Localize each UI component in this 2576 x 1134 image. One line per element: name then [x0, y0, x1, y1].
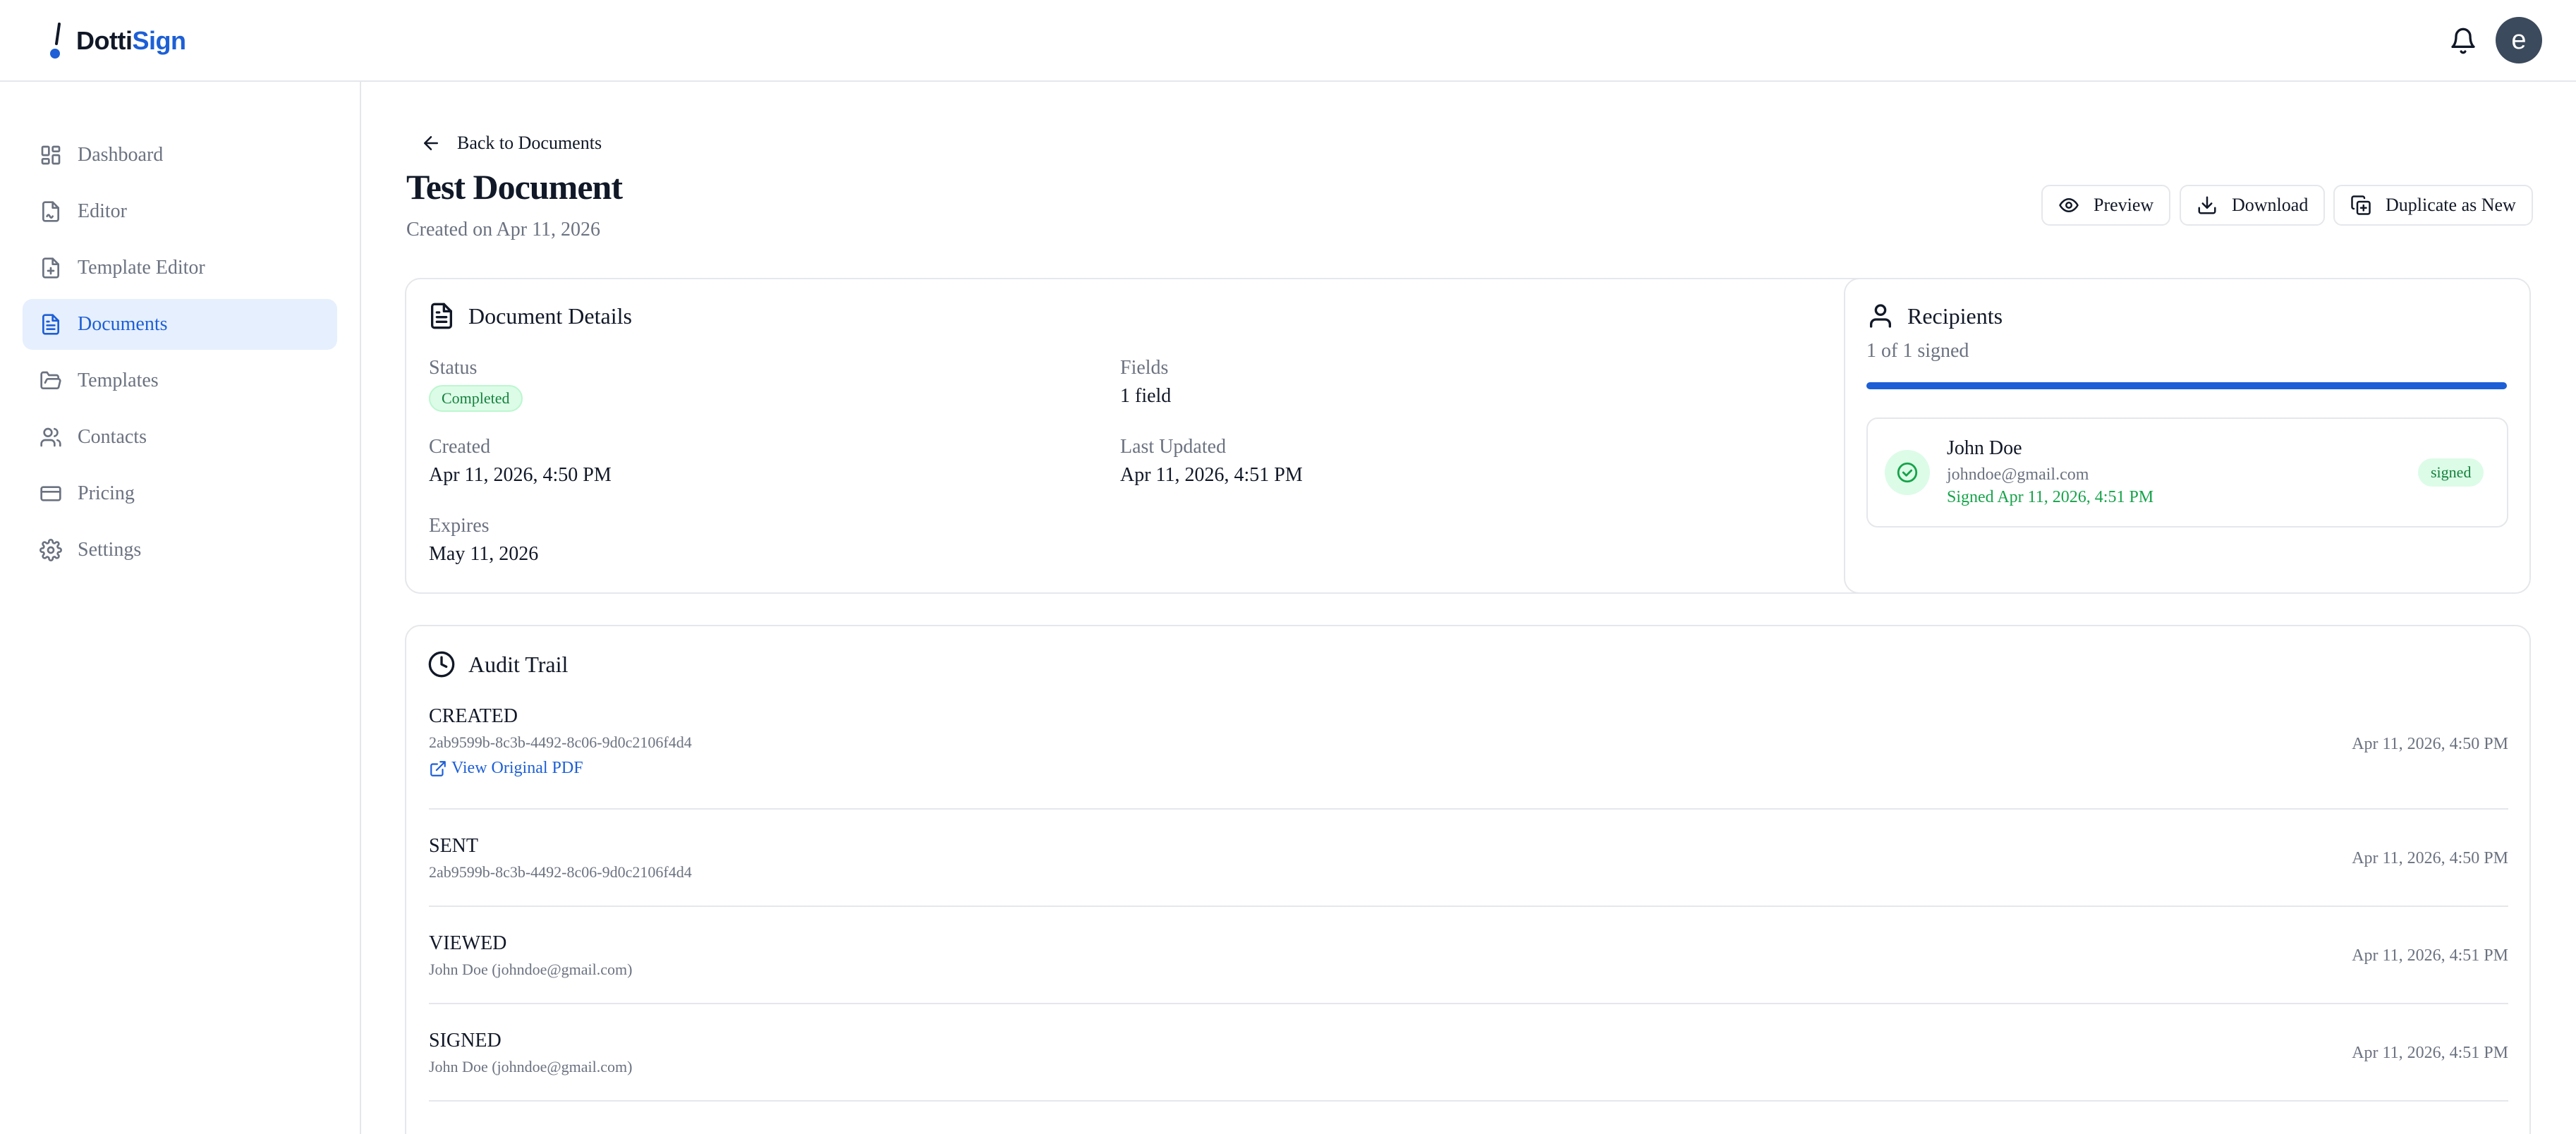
- sidebar-item-label: Template Editor: [78, 257, 205, 279]
- sidebar-item-templates[interactable]: Templates: [23, 355, 337, 406]
- status-badge: Completed: [429, 385, 523, 412]
- audit-time: Apr 11, 2026, 4:50 PM: [2352, 849, 2508, 867]
- sidebar-item-template-editor[interactable]: Template Editor: [23, 243, 337, 293]
- duplicate-label: Duplicate as New: [2386, 195, 2516, 215]
- users-icon: [40, 426, 62, 449]
- pen-nib-icon: [49, 23, 65, 59]
- copy-plus-icon: [2350, 195, 2371, 216]
- view-original-pdf-link[interactable]: View Original PDF: [429, 759, 583, 778]
- recipient-signed-date: Signed Apr 11, 2026, 4:51 PM: [1947, 488, 2154, 506]
- audit-event: CREATED: [429, 705, 518, 727]
- sidebar-item-label: Pricing: [78, 482, 135, 504]
- top-bar: DottiSign e: [0, 0, 2576, 82]
- status-label: Status: [429, 357, 478, 379]
- page-subtitle: Created on Apr 11, 2026: [406, 219, 601, 240]
- preview-button[interactable]: Preview: [2041, 185, 2171, 226]
- bell-icon[interactable]: [2449, 27, 2477, 55]
- sidebar-item-settings[interactable]: Settings: [23, 525, 337, 575]
- duplicate-as-new-button[interactable]: Duplicate as New: [2333, 185, 2533, 226]
- sidebar-item-label: Dashboard: [78, 144, 164, 166]
- recipients-summary: 1 of 1 signed: [1866, 340, 1969, 362]
- credit-card-icon: [40, 482, 62, 505]
- dashboard-icon: [40, 144, 62, 166]
- clock-icon: [427, 650, 456, 678]
- audit-trail-title: Audit Trail: [427, 650, 568, 678]
- fields-value: 1 field: [1120, 385, 1172, 407]
- file-signature-icon: [40, 200, 62, 223]
- external-link-icon: [429, 760, 447, 778]
- arrow-left-icon: [420, 133, 442, 154]
- app-name: DottiSign: [76, 26, 186, 55]
- folder-open-icon: [40, 370, 62, 392]
- fields-label: Fields: [1120, 357, 1169, 379]
- audit-detail: 2ab9599b-8c3b-4492-8c06-9d0c2106f4d4: [429, 733, 692, 751]
- audit-detail: John Doe (johndoe@gmail.com): [429, 1058, 633, 1075]
- recipients-title: Recipients: [1866, 302, 2003, 330]
- signing-progress-bar: [1866, 382, 2507, 389]
- recipient-name: John Doe: [1947, 437, 2022, 459]
- audit-event: VIEWED: [429, 932, 507, 954]
- user-avatar[interactable]: e: [2496, 17, 2542, 63]
- audit-detail: John Doe (johndoe@gmail.com): [429, 961, 633, 978]
- recipient-email: johndoe@gmail.com: [1947, 465, 2089, 484]
- preview-label: Preview: [2094, 195, 2154, 215]
- last-updated-value: Apr 11, 2026, 4:51 PM: [1120, 464, 1303, 486]
- sidebar-item-label: Settings: [78, 539, 142, 561]
- audit-row: SIGNED John Doe (johndoe@gmail.com) Apr …: [429, 1030, 2508, 1102]
- expires-label: Expires: [429, 515, 490, 537]
- audit-event: SENT: [429, 835, 478, 857]
- back-to-documents-link[interactable]: Back to Documents: [420, 133, 602, 154]
- audit-detail: 2ab9599b-8c3b-4492-8c06-9d0c2106f4d4: [429, 863, 692, 881]
- audit-row: CREATED 2ab9599b-8c3b-4492-8c06-9d0c2106…: [429, 705, 2508, 810]
- download-icon: [2197, 195, 2218, 216]
- sidebar-item-label: Editor: [78, 200, 127, 222]
- eye-icon: [2058, 195, 2079, 216]
- download-label: Download: [2232, 195, 2309, 215]
- recipient-status-badge: signed: [2418, 458, 2484, 487]
- created-label: Created: [429, 436, 491, 458]
- audit-time: Apr 11, 2026, 4:50 PM: [2352, 735, 2508, 753]
- audit-event: SIGNED: [429, 1030, 502, 1051]
- audit-row: VIEWED John Doe (johndoe@gmail.com) Apr …: [429, 932, 2508, 1004]
- sidebar-item-label: Contacts: [78, 426, 147, 448]
- sidebar-item-editor[interactable]: Editor: [23, 186, 337, 237]
- audit-row: SENT 2ab9599b-8c3b-4492-8c06-9d0c2106f4d…: [429, 835, 2508, 907]
- sidebar-item-documents[interactable]: Documents: [23, 299, 337, 350]
- download-button[interactable]: Download: [2180, 185, 2326, 226]
- sidebar-item-contacts[interactable]: Contacts: [23, 412, 337, 463]
- file-plus-icon: [40, 257, 62, 279]
- recipient-item: John Doe johndoe@gmail.com Signed Apr 11…: [1866, 417, 2508, 528]
- sidebar: Dashboard Editor Template Editor Documen…: [0, 82, 361, 1134]
- gear-icon: [40, 539, 62, 561]
- user-icon: [1866, 302, 1895, 330]
- expires-value: May 11, 2026: [429, 543, 539, 565]
- app-logo[interactable]: DottiSign: [49, 23, 186, 59]
- check-circle-icon: [1885, 450, 1930, 495]
- signing-progress-fill: [1866, 382, 2507, 389]
- page-title: Test Document: [406, 167, 623, 207]
- last-updated-label: Last Updated: [1120, 436, 1227, 458]
- audit-time: Apr 11, 2026, 4:51 PM: [2352, 946, 2508, 965]
- audit-time: Apr 11, 2026, 4:51 PM: [2352, 1044, 2508, 1062]
- sidebar-item-label: Documents: [78, 313, 168, 335]
- file-text-icon: [40, 313, 62, 336]
- file-text-icon: [427, 302, 456, 330]
- sidebar-item-label: Templates: [78, 370, 159, 391]
- back-label: Back to Documents: [457, 133, 602, 153]
- document-details-title: Document Details: [427, 302, 632, 330]
- created-value: Apr 11, 2026, 4:50 PM: [429, 464, 612, 486]
- sidebar-item-pricing[interactable]: Pricing: [23, 468, 337, 519]
- sidebar-item-dashboard[interactable]: Dashboard: [23, 130, 337, 181]
